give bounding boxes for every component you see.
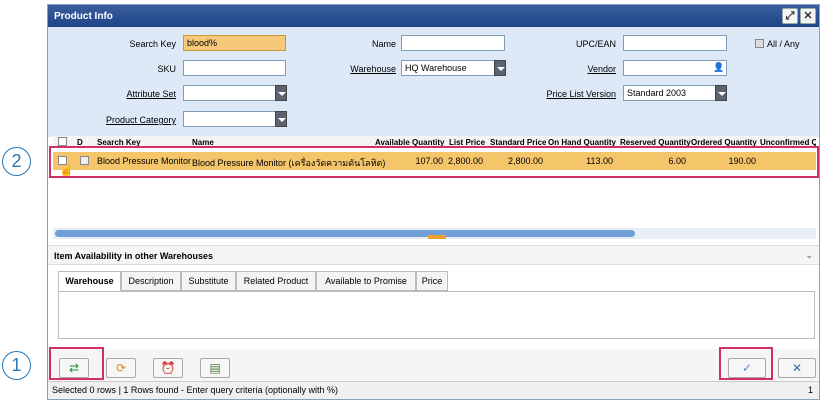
name-input[interactable] (401, 35, 505, 51)
upc-input[interactable] (623, 35, 727, 51)
attribute-set-label[interactable]: Attribute Set (108, 89, 176, 99)
name-label: Name (371, 39, 396, 49)
status-message: 1 Rows found - Enter query criteria (opt… (123, 385, 339, 395)
product-info-window: Product Info ⤢ ✕ Search Key blood% Name … (47, 4, 820, 400)
all-any-label: All / Any (767, 39, 800, 49)
tab-available-to-promise[interactable]: Available to Promise (316, 271, 416, 291)
vendor-lookup-icon[interactable]: 👤 (713, 62, 724, 73)
vendor-label[interactable]: Vendor (558, 64, 616, 74)
product-category-dropdown-icon[interactable] (275, 111, 287, 127)
history-button[interactable]: ⏰ (153, 358, 183, 378)
warehouse-select[interactable]: HQ Warehouse (401, 60, 495, 76)
sku-label: SKU (157, 64, 176, 74)
vendor-input[interactable] (623, 60, 727, 76)
tab-substitute[interactable]: Substitute (181, 271, 236, 291)
row-highlight-box (49, 146, 819, 178)
availability-section-header[interactable]: Item Availability in other Warehouses ⌄ (48, 245, 819, 265)
tab-related-product[interactable]: Related Product (236, 271, 316, 291)
splitter-handle[interactable] (428, 235, 446, 239)
close-icon[interactable]: ✕ (800, 8, 816, 24)
sku-input[interactable] (183, 60, 286, 76)
reset-button[interactable]: ⟳ (106, 358, 136, 378)
annotation-2: 2 (2, 147, 31, 176)
chevron-down-icon[interactable]: ⌄ (805, 250, 813, 261)
price-list-version-dropdown-icon[interactable] (715, 85, 727, 101)
annotation-1: 1 (2, 351, 31, 380)
all-any-checkbox[interactable] (755, 39, 764, 48)
price-list-version-label[interactable]: Price List Version (536, 89, 616, 99)
refresh-highlight-box (49, 347, 104, 380)
price-list-version-select[interactable]: Standard 2003 (623, 85, 716, 101)
upc-label: UPC/EAN (575, 39, 616, 49)
tab-price[interactable]: Price (416, 271, 448, 291)
attribute-set-select[interactable] (183, 85, 276, 101)
ok-highlight-box (719, 347, 773, 380)
action-toolbar: ⇄ ⟳ ⏰ ▤ ✓ ✕ (48, 349, 819, 381)
zoom-button[interactable]: ▤ (200, 358, 230, 378)
window-title: Product Info (54, 11, 113, 22)
search-key-input[interactable]: blood% (183, 35, 286, 51)
search-panel: Search Key blood% Name UPC/EAN All / Any… (48, 27, 819, 137)
status-page: 1 (807, 385, 813, 395)
cancel-button[interactable]: ✕ (778, 358, 816, 378)
attribute-set-dropdown-icon[interactable] (275, 85, 287, 101)
availability-header-text: Item Availability in other Warehouses (54, 251, 214, 261)
warehouse-dropdown-icon[interactable] (494, 60, 506, 76)
status-bar: Selected 0 rows | 1 Rows found - Enter q… (48, 381, 819, 399)
product-category-select[interactable] (183, 111, 276, 127)
status-selected: Selected 0 rows (52, 385, 117, 395)
maximize-icon[interactable]: ⤢ (782, 8, 798, 24)
search-key-label: Search Key (129, 39, 176, 49)
product-category-label[interactable]: Product Category (103, 115, 176, 125)
title-bar: Product Info ⤢ ✕ (48, 5, 819, 27)
warehouse-label[interactable]: Warehouse (338, 64, 396, 74)
scrollbar-thumb[interactable] (55, 230, 635, 237)
tab-warehouse[interactable]: Warehouse (58, 271, 121, 291)
tab-description[interactable]: Description (121, 271, 181, 291)
select-all-checkbox[interactable] (58, 137, 67, 146)
tab-content-panel (58, 291, 815, 339)
